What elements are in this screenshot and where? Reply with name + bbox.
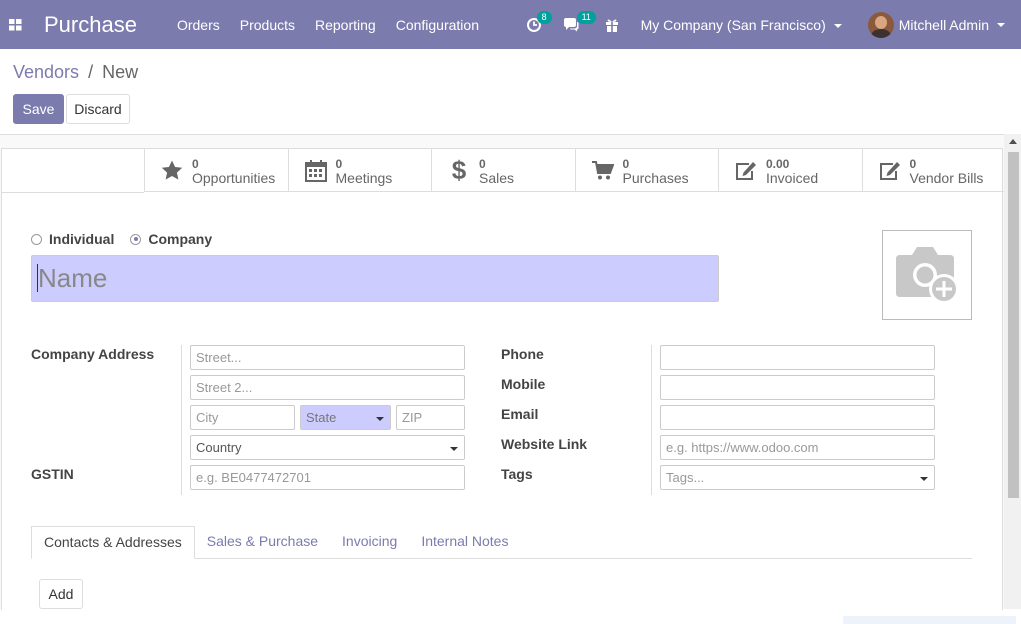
pencil-square-icon [733, 158, 759, 184]
smart-button-vendor-bills[interactable]: 0 Vendor Bills [861, 149, 1006, 192]
website-label: Website Link [501, 436, 588, 452]
sales-count: 0 [479, 156, 486, 171]
email-input[interactable] [660, 405, 935, 430]
gstin-label: GSTIN [31, 466, 74, 482]
vendor-bills-count: 0 [909, 156, 917, 171]
add-contact-button[interactable]: Add [39, 579, 83, 609]
dollar-icon: $ [451, 155, 467, 185]
radio-company[interactable] [130, 233, 142, 245]
user-menu[interactable]: Mitchell Admin [867, 11, 1005, 38]
breadcrumb-current: New [102, 62, 139, 82]
chevron-down-icon [833, 23, 842, 28]
pencil-square-icon [877, 158, 903, 184]
radio-company-label[interactable]: Company [148, 231, 212, 247]
camera-plus-icon [896, 247, 959, 304]
country-select[interactable]: Country [190, 435, 465, 460]
tab-invoicing[interactable]: Invoicing [330, 526, 409, 559]
chat-icon [563, 17, 579, 31]
scrollbar[interactable] [1004, 134, 1021, 609]
activity-button[interactable]: 8 [526, 10, 552, 32]
menu-orders[interactable]: Orders [177, 17, 220, 33]
sales-label: Sales [479, 169, 515, 186]
opportunities-count: 0 [192, 156, 199, 171]
scroll-thumb[interactable] [1008, 152, 1019, 498]
chevron-down-icon [997, 22, 1005, 27]
smart-button-sales[interactable]: $ 0 Sales [431, 149, 575, 192]
state-select[interactable]: State [300, 405, 391, 430]
scroll-up-arrow-icon[interactable] [1009, 139, 1017, 144]
image-upload[interactable] [882, 230, 972, 320]
activity-badge: 8 [536, 10, 552, 24]
save-button[interactable]: Save [13, 94, 64, 124]
messaging-button[interactable]: 11 [563, 10, 596, 32]
zip-input[interactable]: ZIP [396, 405, 465, 430]
breadcrumb: Vendors / New [13, 62, 138, 83]
top-navbar: Purchase Orders Products Reporting Confi… [0, 0, 1021, 49]
smart-button-invoiced[interactable]: 0.00 Invoiced [718, 149, 862, 192]
menu-products[interactable]: Products [240, 17, 295, 33]
smart-button-opportunities[interactable]: 0 Opportunities [144, 149, 288, 192]
meetings-count: 0 [335, 156, 343, 171]
tags-label: Tags [501, 466, 533, 482]
tab-internal-notes[interactable]: Internal Notes [409, 526, 520, 559]
tab-sales-purchase[interactable]: Sales & Purchase [195, 526, 330, 559]
opportunities-label: Opportunities [192, 169, 276, 186]
mobile-label: Mobile [501, 376, 546, 392]
name-input[interactable] [31, 255, 719, 302]
calendar-icon [303, 158, 329, 184]
purchases-label: Purchases [622, 169, 689, 186]
apps-menu-icon[interactable] [0, 0, 30, 49]
form-sheet: 0 Opportunities 0 Meetings $ 0 Sales 0 Purch… [1, 148, 1016, 624]
phone-input[interactable] [660, 345, 935, 370]
invoiced-amount: 0.00 [766, 156, 790, 171]
gift-button[interactable] [605, 18, 619, 32]
company-type-selector: Individual Company [31, 231, 228, 247]
invoiced-label: Invoiced [766, 169, 819, 186]
menu-configuration[interactable]: Configuration [396, 17, 479, 33]
menu-reporting[interactable]: Reporting [315, 17, 376, 33]
divider [2, 192, 144, 193]
user-avatar [867, 11, 894, 38]
notification-strip [843, 616, 1016, 624]
purchases-count: 0 [622, 156, 630, 171]
gstin-input[interactable]: e.g. BE0477472701 [190, 465, 465, 490]
gift-icon [605, 19, 618, 32]
city-input[interactable]: City [190, 405, 295, 430]
phone-label: Phone [501, 346, 544, 362]
form-view: 0 Opportunities 0 Meetings $ 0 Sales 0 Purch… [0, 134, 1021, 624]
meetings-label: Meetings [335, 169, 393, 186]
app-title[interactable]: Purchase [44, 12, 137, 38]
user-name: Mitchell Admin [898, 16, 989, 33]
smart-button-meetings[interactable]: 0 Meetings [287, 149, 432, 192]
tab-contacts-addresses[interactable]: Contacts & Addresses [31, 526, 195, 559]
street2-input[interactable]: Street 2... [190, 375, 465, 400]
company-address-label: Company Address [31, 346, 155, 362]
tags-input[interactable]: Tags... [660, 465, 935, 490]
radio-individual-label[interactable]: Individual [49, 231, 114, 247]
star-icon [159, 158, 185, 184]
notebook-tabs: Contacts & Addresses Sales & Purchase In… [31, 526, 972, 559]
divider [651, 345, 652, 495]
street-input[interactable]: Street... [190, 345, 465, 370]
company-name: My Company (San Francisco) [640, 16, 826, 33]
vendor-bills-label: Vendor Bills [909, 169, 984, 186]
discard-button[interactable]: Discard [66, 94, 130, 124]
smart-button-box: 0 Opportunities 0 Meetings $ 0 Sales 0 Purch… [144, 149, 1005, 192]
radio-individual[interactable] [31, 233, 42, 245]
smart-button-purchases[interactable]: 0 Purchases [574, 149, 719, 192]
email-label: Email [501, 406, 539, 422]
divider [181, 345, 182, 495]
cart-icon [590, 158, 616, 184]
breadcrumb-separator: / [88, 62, 94, 82]
website-input[interactable]: e.g. https://www.odoo.com [660, 435, 935, 460]
text-cursor [37, 264, 38, 292]
company-switcher[interactable]: My Company (San Francisco) [641, 17, 842, 33]
messages-badge: 11 [576, 10, 596, 24]
mobile-input[interactable] [660, 375, 935, 400]
breadcrumb-vendors[interactable]: Vendors [13, 62, 79, 82]
